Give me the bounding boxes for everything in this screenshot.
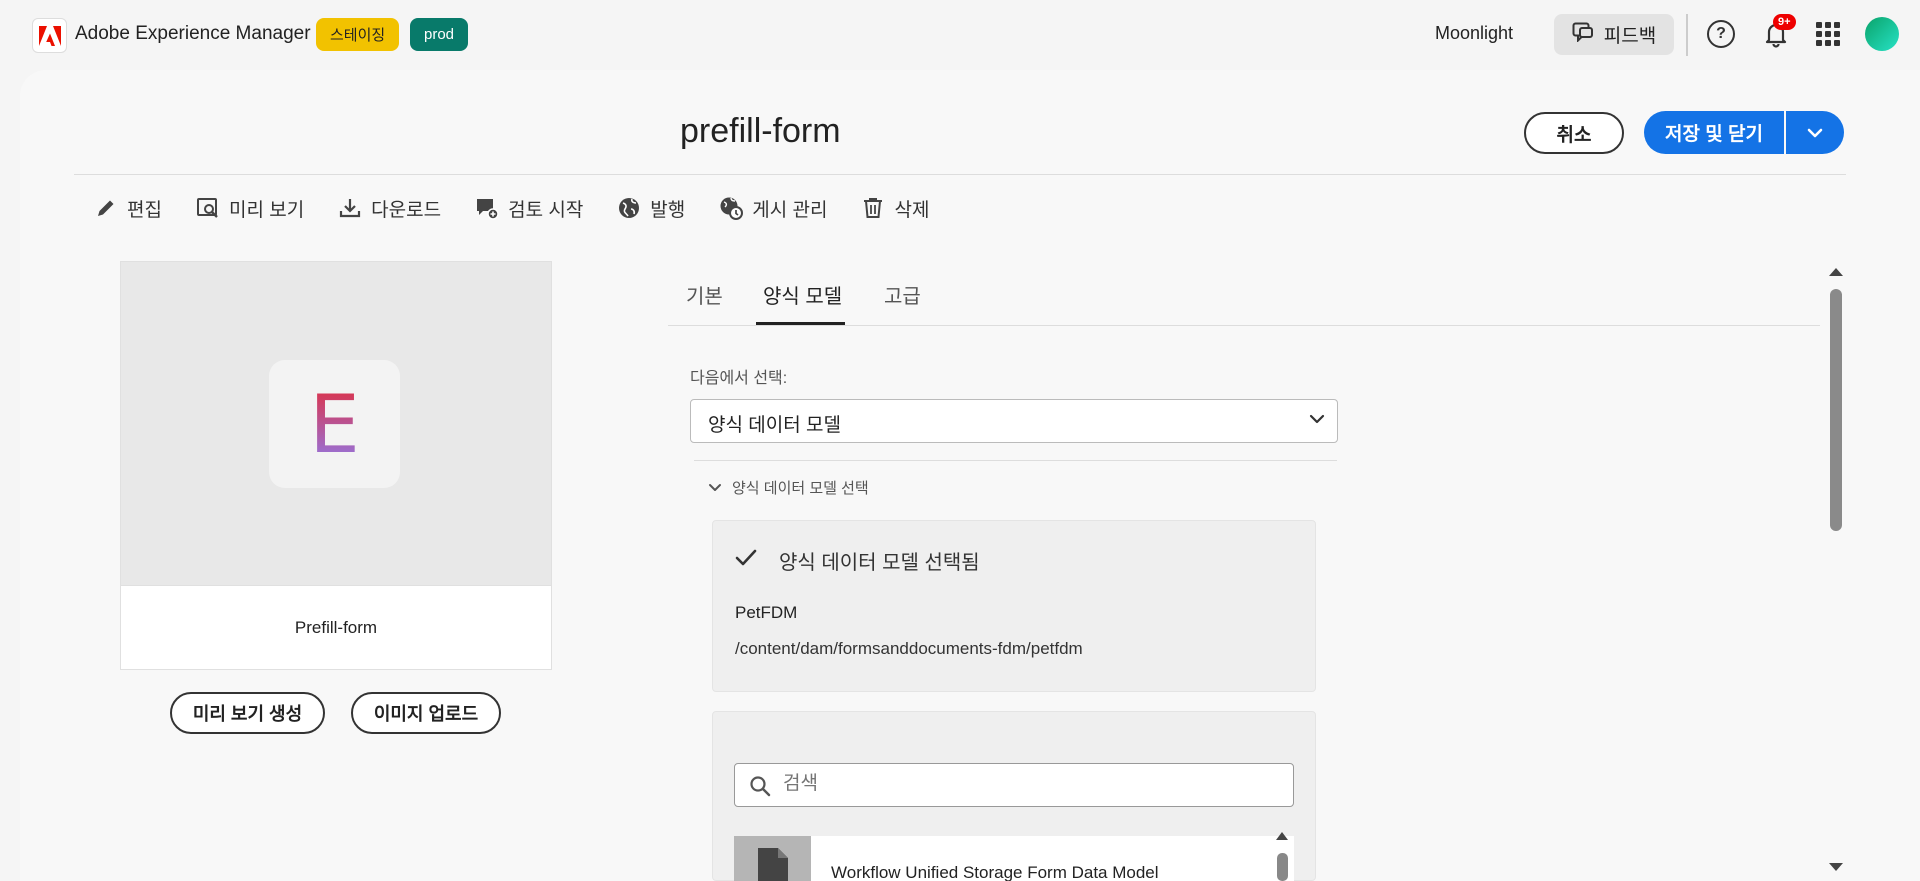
form-letter: E	[309, 377, 360, 471]
feedback-icon	[1572, 22, 1594, 48]
adobe-logo-icon[interactable]	[32, 18, 67, 53]
scroll-up-icon[interactable]	[1827, 266, 1845, 278]
checkmark-icon	[735, 549, 757, 566]
preview-icon	[196, 198, 218, 218]
pencil-icon	[98, 200, 114, 216]
review-label: 검토 시작	[508, 199, 584, 221]
edit-button[interactable]: 편집	[94, 193, 162, 223]
feedback-label: 피드백	[1603, 26, 1657, 47]
scroll-down-icon[interactable]	[1827, 861, 1845, 873]
avatar[interactable]	[1865, 17, 1899, 51]
delete-button[interactable]: 삭제	[861, 193, 929, 223]
cancel-button[interactable]: 취소	[1524, 112, 1624, 154]
data-model-icon	[734, 836, 811, 881]
download-icon	[340, 199, 361, 218]
download-label: 다운로드	[371, 199, 442, 221]
model-type-value: 양식 데이터 모델	[708, 415, 841, 436]
action-toolbar: 편집 미리 보기 다운로드 검토 시작 발행 게시 관리 삭제	[94, 193, 963, 223]
feedback-button[interactable]: 피드백	[1554, 14, 1674, 55]
model-selection-accordion[interactable]: 양식 데이터 모델 선택	[708, 477, 869, 498]
form-type-icon: E	[269, 360, 400, 488]
list-scroll-up-icon[interactable]	[1274, 830, 1290, 842]
chevron-down-icon	[1807, 128, 1823, 137]
upload-image-button[interactable]: 이미지 업로드	[351, 692, 501, 734]
accordion-label: 양식 데이터 모델 선택	[732, 480, 869, 497]
manage-publication-button[interactable]: 게시 관리	[719, 193, 827, 223]
tab-basic[interactable]: 기본	[686, 280, 723, 309]
model-type-select[interactable]: 양식 데이터 모델	[690, 399, 1338, 443]
publish-button[interactable]: 발행	[617, 193, 685, 223]
list-scrollbar[interactable]	[1277, 853, 1288, 881]
trash-icon	[864, 198, 883, 218]
select-from-label: 다음에서 선택:	[690, 370, 788, 387]
start-review-button[interactable]: 검토 시작	[475, 193, 583, 223]
manage-publication-label: 게시 관리	[752, 199, 828, 221]
edit-label: 편집	[127, 199, 162, 221]
selected-model-name: PetFDM	[735, 603, 798, 622]
help-icon[interactable]: ?	[1707, 20, 1735, 48]
prod-badge: prod	[410, 18, 469, 51]
generate-preview-button[interactable]: 미리 보기 생성	[170, 692, 325, 734]
app-name[interactable]: Adobe Experience Manager	[75, 23, 311, 45]
result-name: Workflow Unified Storage Form Data Model	[831, 863, 1159, 881]
download-button[interactable]: 다운로드	[338, 193, 441, 223]
property-tabs: 기본 양식 모델 고급	[668, 278, 1820, 326]
delete-label: 삭제	[894, 199, 930, 221]
preview-button[interactable]: 미리 보기	[196, 193, 304, 223]
list-item[interactable]: Workflow Unified Storage Form Data Model	[734, 836, 1294, 881]
shell-header: Adobe Experience Manager 스테이징 prod Moonl…	[0, 0, 1920, 68]
staging-badge: 스테이징	[316, 18, 400, 51]
globe-icon	[619, 198, 640, 218]
notification-count-badge: 9+	[1773, 14, 1796, 30]
thumbnail-caption: Prefill-form	[120, 586, 552, 670]
search-icon	[750, 776, 771, 797]
model-search-field[interactable]	[734, 763, 1294, 807]
preview-label: 미리 보기	[228, 199, 305, 221]
selected-model-card: 양식 데이터 모델 선택됨 PetFDM /content/dam/formsa…	[712, 520, 1316, 692]
chevron-down-icon	[1309, 414, 1325, 424]
org-switcher[interactable]: Moonlight	[1435, 23, 1513, 44]
review-icon	[477, 199, 499, 220]
thumbnail-name: Prefill-form	[294, 617, 378, 637]
chevron-down-icon	[709, 484, 721, 491]
tab-form-model[interactable]: 양식 모델	[763, 280, 842, 309]
selected-status: 양식 데이터 모델 선택됨	[779, 552, 980, 574]
apps-grid-icon[interactable]	[1816, 22, 1840, 46]
divider	[74, 174, 1846, 175]
page-scrollbar[interactable]	[1830, 289, 1842, 531]
page-title: prefill-form	[680, 112, 841, 150]
globe-clock-icon	[720, 197, 744, 220]
save-options-button[interactable]	[1786, 111, 1844, 154]
publish-label: 발행	[650, 199, 686, 221]
search-input[interactable]	[783, 773, 1263, 795]
tab-advanced[interactable]: 고급	[884, 280, 921, 309]
active-tab-indicator	[756, 322, 845, 325]
divider	[1686, 14, 1688, 56]
selected-model-path: /content/dam/formsanddocuments-fdm/petfd…	[735, 639, 1083, 658]
divider	[694, 460, 1337, 461]
save-and-close-button[interactable]: 저장 및 닫기	[1644, 111, 1784, 154]
